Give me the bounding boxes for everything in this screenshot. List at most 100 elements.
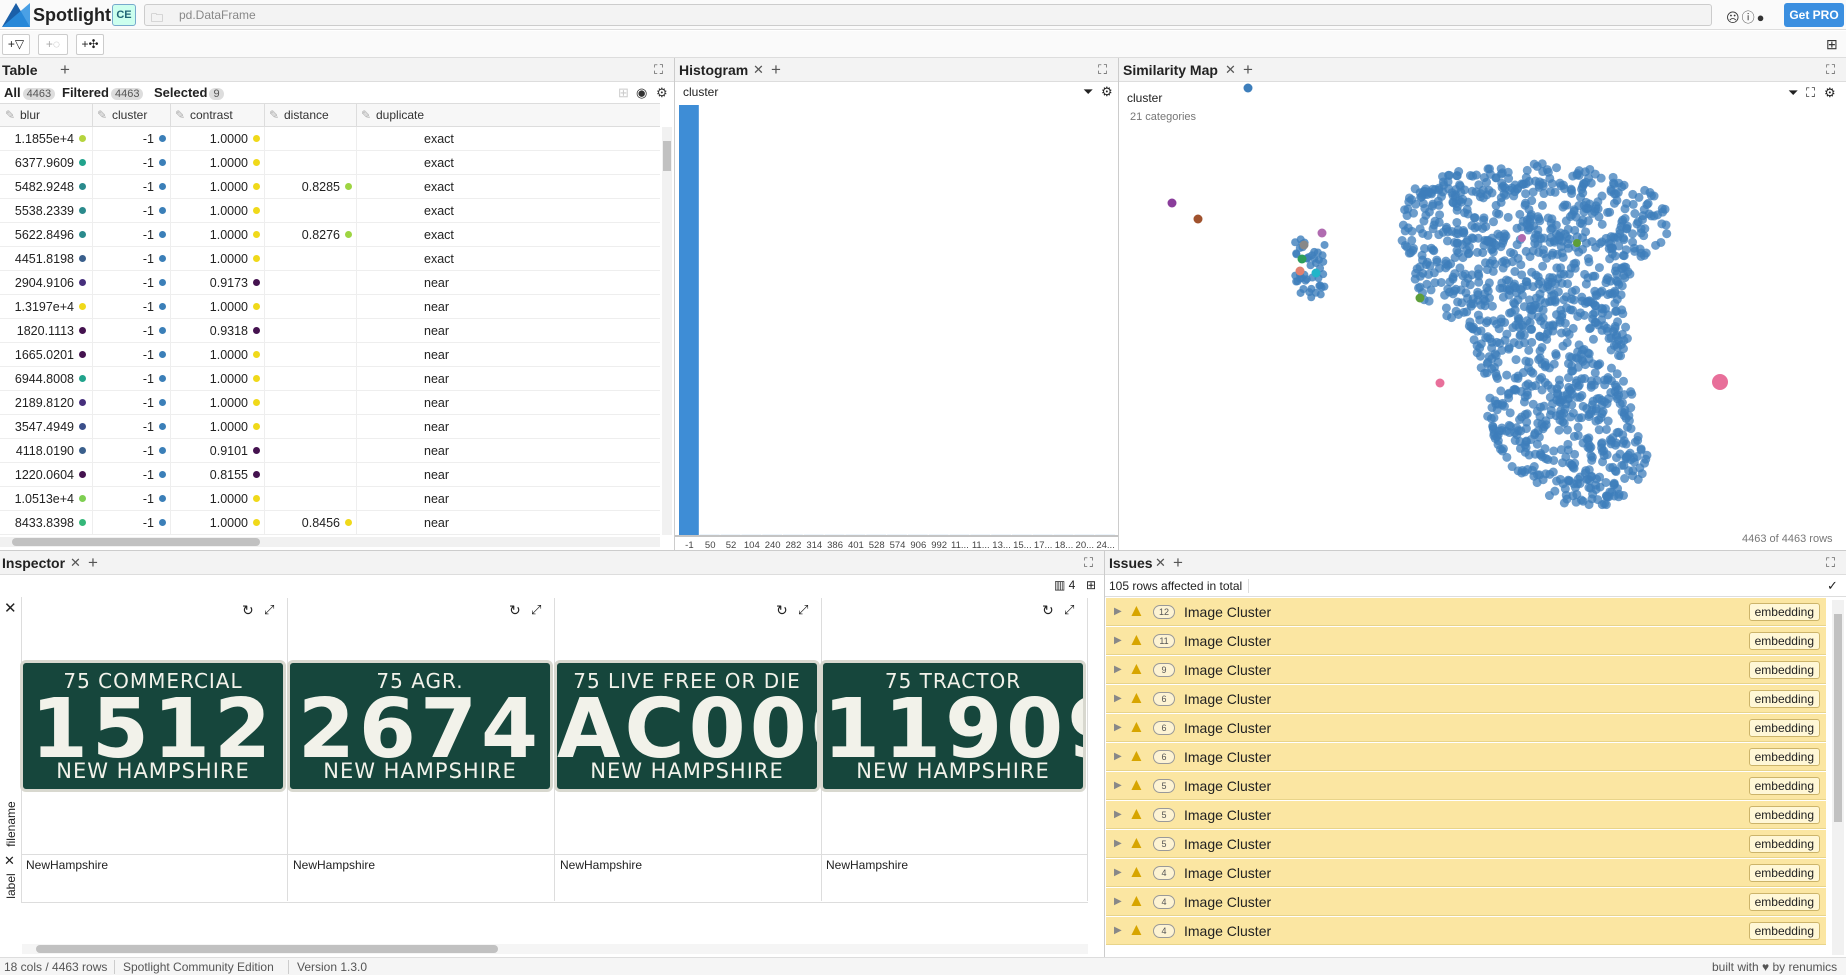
github-icon[interactable]: ● <box>1757 10 1767 25</box>
issue-row[interactable]: ▶ ▲ 4 Image Cluster embedding <box>1106 859 1826 887</box>
filter-all[interactable]: All 4463 <box>4 85 56 100</box>
add-tab-icon[interactable]: + <box>1243 60 1253 80</box>
add-filter-button[interactable]: +▽ <box>2 34 30 55</box>
close-tab-icon[interactable]: ✕ <box>1225 62 1236 78</box>
issues-scrollbar[interactable] <box>1832 600 1844 955</box>
inspector-tab-title[interactable]: Inspector <box>2 555 65 571</box>
issue-row[interactable]: ▶ ▲ 4 Image Cluster embedding <box>1106 917 1826 945</box>
issue-row[interactable]: ▶ ▲ 5 Image Cluster embedding <box>1106 772 1826 800</box>
table-vertical-scrollbar[interactable] <box>662 127 672 535</box>
get-pro-button[interactable]: Get PRO <box>1784 3 1844 27</box>
table-row[interactable]: 5622.8496 -1 1.0000 0.8276 exact <box>0 223 660 247</box>
issue-row[interactable]: ▶ ▲ 11 Image Cluster embedding <box>1106 627 1826 655</box>
expand-arrow-icon[interactable]: ▶ <box>1114 867 1122 878</box>
expand-arrow-icon[interactable]: ▶ <box>1114 925 1122 936</box>
table-row[interactable]: 1820.1113 -1 0.9318 near <box>0 319 660 343</box>
maximize-icon[interactable]: ⛶ <box>654 62 663 78</box>
add-tab-icon[interactable]: + <box>771 60 781 80</box>
close-tab-icon[interactable]: ✕ <box>1155 555 1166 571</box>
feedback-icon[interactable]: ☹ <box>1726 10 1742 25</box>
help-icon[interactable]: ⓘ <box>1742 10 1757 25</box>
close-tab-icon[interactable]: ✕ <box>70 555 81 571</box>
issue-row[interactable]: ▶ ▲ 5 Image Cluster embedding <box>1106 801 1826 829</box>
issue-row[interactable]: ▶ ▲ 6 Image Cluster embedding <box>1106 685 1826 713</box>
embedding-scatter[interactable] <box>1120 83 1846 549</box>
settings-icon[interactable]: ⚙ <box>656 85 668 101</box>
expand-arrow-icon[interactable]: ▶ <box>1114 751 1122 762</box>
status-bar: 18 cols / 4463 rows Spotlight Community … <box>0 957 1846 975</box>
add-tab-icon[interactable]: + <box>60 60 70 80</box>
issue-row[interactable]: ▶ ▲ 6 Image Cluster embedding <box>1106 714 1826 742</box>
issue-row[interactable]: ▶ ▲ 4 Image Cluster embedding <box>1106 888 1826 916</box>
maximize-icon[interactable]: ⛶ <box>1826 555 1835 571</box>
expand-arrow-icon[interactable]: ▶ <box>1114 635 1122 646</box>
cluster-cell: -1 <box>92 420 166 434</box>
similarity-tab-title[interactable]: Similarity Map <box>1123 62 1218 78</box>
histogram-chart[interactable]: -1 50 52 104 240 282 314 386 401 528 574 906 992 11..… <box>675 103 1118 550</box>
expand-arrow-icon[interactable]: ▶ <box>1114 896 1122 907</box>
expand-arrow-icon[interactable]: ▶ <box>1114 809 1122 820</box>
table-row[interactable]: 5482.9248 -1 1.0000 0.8285 exact <box>0 175 660 199</box>
table-row[interactable]: 3547.4949 -1 1.0000 near <box>0 415 660 439</box>
table-row[interactable]: 1665.0201 -1 1.0000 near <box>0 343 660 367</box>
maximize-icon[interactable]: ⛶ <box>1826 62 1835 78</box>
filter-filtered[interactable]: Filtered 4463 <box>62 85 144 100</box>
add-lasso-button[interactable]: +◌ <box>38 34 68 55</box>
close-tab-icon[interactable]: ✕ <box>753 62 764 78</box>
add-tab-icon[interactable]: + <box>1173 553 1183 573</box>
table-row[interactable]: 2904.9106 -1 0.9173 near <box>0 271 660 295</box>
histogram-column-selector[interactable]: cluster <box>683 85 718 99</box>
add-tab-icon[interactable]: + <box>88 553 98 573</box>
layout-icon[interactable]: ⊞ <box>1826 36 1838 53</box>
issue-row[interactable]: ▶ ▲ 9 Image Cluster embedding <box>1106 656 1826 684</box>
columns-count-control[interactable]: ▥ 4 <box>1054 578 1075 592</box>
visibility-icon[interactable]: ◉ <box>636 85 647 101</box>
filter-selected[interactable]: Selected 9 <box>154 85 224 100</box>
table-row[interactable]: 6377.9609 -1 1.0000 exact <box>0 151 660 175</box>
issue-row[interactable]: ▶ ▲ 6 Image Cluster embedding <box>1106 743 1826 771</box>
cluster-cell: -1 <box>92 252 166 266</box>
histogram-bar[interactable] <box>679 105 699 535</box>
contrast-cell: 1.0000 <box>170 420 260 434</box>
table-tab-title[interactable]: Table <box>2 62 38 78</box>
table-row[interactable]: 2189.8120 -1 1.0000 near <box>0 391 660 415</box>
filter-icon[interactable]: ⏷ <box>1083 84 1093 100</box>
table-row[interactable]: 1.3197e+4 -1 1.0000 near <box>0 295 660 319</box>
column-header-blur[interactable]: blur <box>20 108 40 122</box>
similarity-map[interactable]: cluster 21 categories ⏷ ⛶ ⚙ 4463 of 4463… <box>1120 83 1846 549</box>
table-horizontal-scrollbar[interactable] <box>0 537 660 547</box>
expand-arrow-icon[interactable]: ▶ <box>1114 722 1122 733</box>
table-row[interactable]: 5538.2339 -1 1.0000 exact <box>0 199 660 223</box>
expand-arrow-icon[interactable]: ▶ <box>1114 664 1122 675</box>
histogram-tab-title[interactable]: Histogram <box>679 62 748 78</box>
expand-arrow-icon[interactable]: ▶ <box>1114 606 1122 617</box>
add-cluster-button[interactable]: +✣ <box>76 34 104 55</box>
data-source-field[interactable]: 🗀 pd.DataFrame <box>144 4 1712 26</box>
issue-row[interactable]: ▶ ▲ 5 Image Cluster embedding <box>1106 830 1826 858</box>
maximize-icon[interactable]: ⛶ <box>1084 555 1093 571</box>
add-column-icon[interactable]: ⊞ <box>618 85 629 101</box>
check-icon[interactable]: ✓ <box>1827 578 1838 594</box>
expand-arrow-icon[interactable]: ▶ <box>1114 693 1122 704</box>
issue-row[interactable]: ▶ ▲ 12 Image Cluster embedding <box>1106 598 1826 626</box>
column-header-cluster[interactable]: cluster <box>112 108 147 122</box>
table-row[interactable]: 1220.0604 -1 0.8155 near <box>0 463 660 487</box>
histogram-tick-label: 528 <box>869 540 885 550</box>
column-header-distance[interactable]: distance <box>284 108 329 122</box>
table-row[interactable]: 8433.8398 -1 1.0000 0.8456 near <box>0 511 660 535</box>
table-row[interactable]: 6944.8008 -1 1.0000 near <box>0 367 660 391</box>
issues-tab-title[interactable]: Issues <box>1109 555 1153 571</box>
table-row[interactable]: 1.1855e+4 -1 1.0000 exact <box>0 127 660 151</box>
table-row[interactable]: 4118.0190 -1 0.9101 near <box>0 439 660 463</box>
add-view-icon[interactable]: ⊞ <box>1086 578 1096 592</box>
settings-icon[interactable]: ⚙ <box>1101 84 1113 100</box>
color-dot <box>79 471 86 478</box>
table-row[interactable]: 4451.8198 -1 1.0000 exact <box>0 247 660 271</box>
column-header-contrast[interactable]: contrast <box>190 108 233 122</box>
table-row[interactable]: 1.0513e+4 -1 1.0000 near <box>0 487 660 511</box>
expand-arrow-icon[interactable]: ▶ <box>1114 838 1122 849</box>
scatter-points[interactable] <box>1167 83 1729 510</box>
maximize-icon[interactable]: ⛶ <box>1098 62 1107 78</box>
column-header-duplicate[interactable]: duplicate <box>376 108 424 122</box>
expand-arrow-icon[interactable]: ▶ <box>1114 780 1122 791</box>
